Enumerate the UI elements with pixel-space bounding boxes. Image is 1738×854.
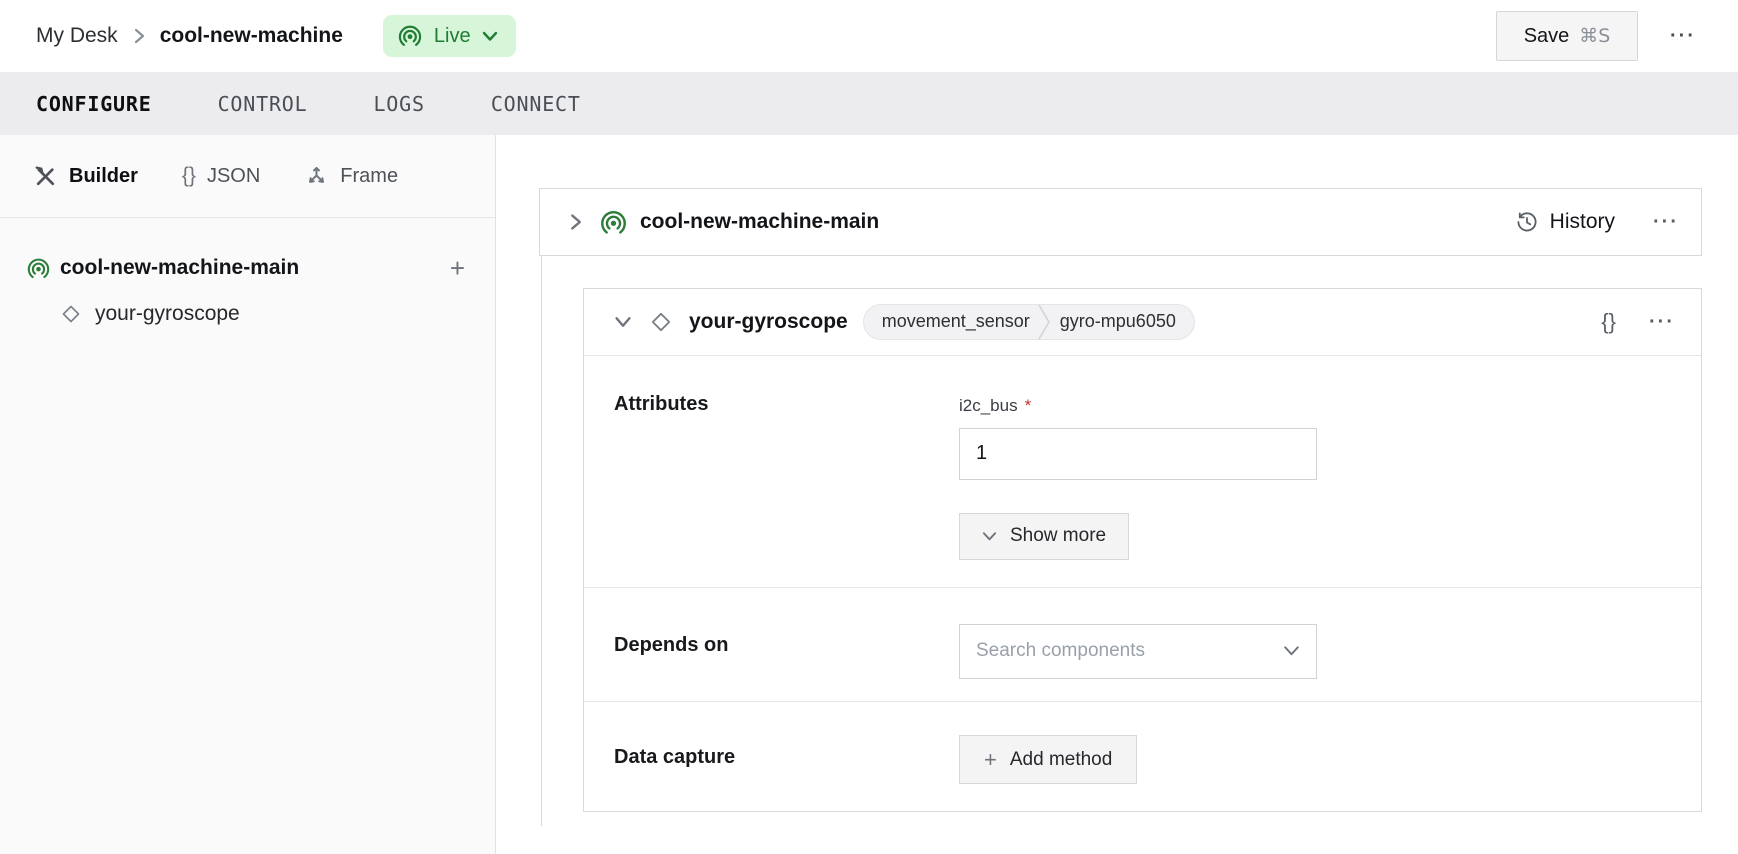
live-label: Live <box>434 25 471 48</box>
tab-connect[interactable]: CONNECT <box>491 92 581 116</box>
required-asterisk: * <box>1025 396 1032 416</box>
data-capture-label: Data capture <box>614 702 959 811</box>
breadcrumb: My Desk cool-new-machine <box>36 24 343 48</box>
top-bar-actions: Save ⌘S ··· <box>1496 11 1696 61</box>
live-status-badge[interactable]: Live <box>383 15 516 57</box>
attributes-label: Attributes <box>614 356 959 587</box>
nesting-connector-line <box>541 256 542 826</box>
tab-control[interactable]: CONTROL <box>218 92 308 116</box>
viam-broadcast-icon <box>599 208 628 237</box>
chevron-down-icon <box>1283 645 1300 657</box>
attributes-section: Attributes i2c_bus * Show <box>584 356 1701 588</box>
diamond-icon <box>649 310 673 334</box>
tab-configure[interactable]: CONFIGURE <box>36 92 152 116</box>
component-tree: cool-new-machine-main + your-gyroscope <box>0 218 495 337</box>
data-capture-section: Data capture + Add method <box>584 702 1701 811</box>
diamond-icon <box>60 303 82 325</box>
field-name-i2c-bus: i2c_bus <box>959 396 1018 416</box>
braces-icon[interactable]: {} <box>1601 309 1616 335</box>
plus-icon: + <box>984 747 997 773</box>
add-method-label: Add method <box>1010 749 1112 771</box>
add-method-button[interactable]: + Add method <box>959 735 1137 784</box>
tree-item-label: your-gyroscope <box>95 302 240 326</box>
breadcrumb-parent-link[interactable]: My Desk <box>36 24 118 48</box>
config-main-panel: cool-new-machine-main History ··· <box>496 135 1738 854</box>
depends-on-label: Depends on <box>614 588 959 702</box>
mode-tab-frame[interactable]: Frame <box>304 164 398 189</box>
save-button[interactable]: Save ⌘S <box>1496 11 1638 61</box>
tree-item-label: cool-new-machine-main <box>60 256 299 280</box>
page-body: Builder {} JSON <box>0 135 1738 854</box>
machine-part-card: cool-new-machine-main History ··· <box>539 188 1702 256</box>
show-more-label: Show more <box>1010 525 1106 547</box>
chevron-right-icon[interactable] <box>568 213 583 231</box>
mode-tab-builder[interactable]: Builder <box>33 164 138 189</box>
braces-icon: {} <box>182 164 196 188</box>
history-button[interactable]: History <box>1515 210 1615 234</box>
component-type-model-chip: movement_sensor gyro-mpu6050 <box>863 304 1195 340</box>
chevron-down-icon <box>982 531 997 542</box>
breadcrumb-separator-icon <box>132 28 146 44</box>
chevron-down-icon[interactable] <box>614 314 632 329</box>
component-type-tag: movement_sensor <box>864 311 1036 332</box>
save-shortcut: ⌘S <box>1579 25 1610 47</box>
component-card-your-gyroscope: your-gyroscope movement_sensor gyro-mpu6… <box>583 288 1702 812</box>
frame-icon <box>304 164 329 189</box>
mode-label: JSON <box>207 165 260 188</box>
tree-item-your-gyroscope[interactable]: your-gyroscope <box>0 291 495 337</box>
depends-on-select[interactable] <box>959 624 1317 679</box>
viam-broadcast-icon <box>397 23 423 49</box>
mode-label: Builder <box>69 165 138 188</box>
viam-config-page: My Desk cool-new-machine Live Save <box>0 0 1738 854</box>
search-components-input[interactable] <box>960 625 1316 678</box>
mode-label: Frame <box>340 165 398 188</box>
config-mode-tabs: Builder {} JSON <box>0 135 495 218</box>
component-card-header: your-gyroscope movement_sensor gyro-mpu6… <box>584 289 1701 356</box>
overflow-menu-icon[interactable]: ··· <box>1670 26 1696 46</box>
card-overflow-menu-icon[interactable]: ··· <box>1649 312 1675 332</box>
save-label: Save <box>1524 25 1570 48</box>
component-title: your-gyroscope <box>689 310 848 334</box>
tab-logs[interactable]: LOGS <box>373 92 424 116</box>
chevron-down-icon <box>482 31 498 42</box>
top-bar: My Desk cool-new-machine Live Save <box>0 0 1738 72</box>
history-icon <box>1515 210 1539 234</box>
nav-tab-bar: CONFIGURE CONTROL LOGS CONNECT <box>0 72 1738 135</box>
depends-on-section: Depends on <box>584 588 1701 703</box>
mode-tab-json[interactable]: {} JSON <box>182 164 260 188</box>
add-component-icon[interactable]: + <box>450 253 465 284</box>
i2c-bus-input[interactable] <box>959 428 1317 480</box>
machine-name: cool-new-machine <box>160 24 343 48</box>
viam-broadcast-icon <box>26 256 51 281</box>
tree-item-machine-main[interactable]: cool-new-machine-main + <box>0 245 495 291</box>
show-more-button[interactable]: Show more <box>959 513 1129 560</box>
history-label: History <box>1550 210 1615 234</box>
config-sidebar: Builder {} JSON <box>0 135 496 854</box>
component-model-tag: gyro-mpu6050 <box>1052 311 1194 332</box>
tools-icon <box>33 164 58 189</box>
machine-part-title: cool-new-machine-main <box>640 210 879 234</box>
card-overflow-menu-icon[interactable]: ··· <box>1653 212 1679 232</box>
chip-separator-icon <box>1036 304 1052 340</box>
